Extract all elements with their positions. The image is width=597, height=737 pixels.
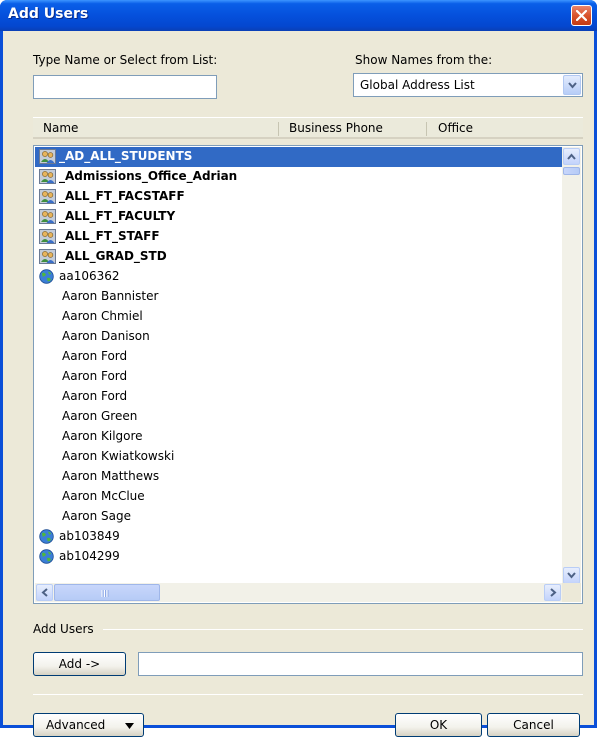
footer-divider bbox=[33, 694, 583, 695]
group-icon bbox=[39, 209, 56, 224]
list-item-name: _ALL_FT_FACULTY bbox=[59, 209, 176, 223]
add-users-section-label: Add Users bbox=[33, 622, 94, 636]
vertical-scrollbar[interactable] bbox=[562, 147, 581, 585]
list-item[interactable]: Aaron McClue bbox=[35, 487, 562, 507]
globe-icon bbox=[39, 529, 56, 544]
list-item[interactable]: _ALL_FT_STAFF bbox=[35, 227, 562, 247]
advanced-button-label: Advanced bbox=[46, 718, 106, 732]
close-button[interactable] bbox=[571, 5, 592, 26]
list-item[interactable]: Aaron Sage bbox=[35, 507, 562, 527]
list-item-name: Aaron Ford bbox=[62, 389, 128, 403]
group-icon bbox=[39, 229, 56, 244]
list-item[interactable]: Aaron Matthews bbox=[35, 467, 562, 487]
list-item-name: _ALL_FT_FACSTAFF bbox=[59, 189, 185, 203]
column-name[interactable]: Name bbox=[43, 121, 78, 135]
list-item-name: _ALL_GRAD_STD bbox=[59, 249, 167, 263]
chevron-left-icon bbox=[41, 588, 48, 597]
list-item[interactable]: _Admissions_Office_Adrian bbox=[35, 167, 562, 187]
list-item-name: aa106362 bbox=[59, 269, 120, 283]
list-item-name: _Admissions_Office_Adrian bbox=[59, 169, 238, 183]
scroll-right-button[interactable] bbox=[544, 584, 561, 601]
ok-button[interactable]: OK bbox=[395, 713, 482, 737]
add-users-divider bbox=[103, 629, 583, 630]
chevron-right-icon bbox=[550, 588, 557, 597]
list-item[interactable]: _AD_ALL_STUDENTS bbox=[35, 147, 562, 167]
chevron-up-icon bbox=[567, 153, 576, 160]
globe-icon bbox=[39, 269, 56, 284]
list-item[interactable]: _ALL_GRAD_STD bbox=[35, 247, 562, 267]
column-office[interactable]: Office bbox=[438, 121, 473, 135]
column-header: Name Business Phone Office bbox=[33, 117, 583, 139]
type-name-label: Type Name or Select from List: bbox=[33, 53, 218, 67]
list-item-name: Aaron Matthews bbox=[62, 469, 160, 483]
list-item-name: _AD_ALL_STUDENTS bbox=[59, 149, 193, 163]
window-title: Add Users bbox=[8, 6, 89, 22]
address-book-select[interactable]: Global Address List bbox=[353, 73, 583, 97]
column-business-phone[interactable]: Business Phone bbox=[289, 121, 383, 135]
address-book-dropdown-button[interactable] bbox=[563, 75, 581, 95]
list-item[interactable]: Aaron Bannister bbox=[35, 287, 562, 307]
list-item[interactable]: Aaron Ford bbox=[35, 387, 562, 407]
list-item[interactable]: Aaron Danison bbox=[35, 327, 562, 347]
list-item-name: Aaron Chmiel bbox=[62, 309, 143, 323]
list-item-name: Aaron Green bbox=[62, 409, 138, 423]
list-item[interactable]: Aaron Green bbox=[35, 407, 562, 427]
list-item-name: Aaron Kwiatkowski bbox=[62, 449, 175, 463]
list-item-name: ab104299 bbox=[59, 549, 120, 563]
names-list-rows: _AD_ALL_STUDENTS _Admissions_Office_Adria… bbox=[35, 147, 562, 587]
cancel-button[interactable]: Cancel bbox=[487, 713, 580, 737]
scroll-corner bbox=[562, 583, 581, 602]
list-item-name: Aaron Sage bbox=[62, 509, 131, 523]
list-item-name: Aaron Bannister bbox=[62, 289, 159, 303]
column-separator[interactable] bbox=[426, 122, 427, 136]
list-item[interactable]: ab104299 bbox=[35, 547, 562, 567]
list-item[interactable]: Aaron Kilgore bbox=[35, 427, 562, 447]
chevron-down-icon bbox=[567, 572, 576, 579]
scroll-down-button[interactable] bbox=[563, 567, 580, 584]
list-item[interactable]: Aaron Ford bbox=[35, 347, 562, 367]
horizontal-scroll-thumb[interactable] bbox=[54, 584, 160, 601]
close-icon bbox=[576, 10, 587, 21]
list-item-name: Aaron Ford bbox=[62, 369, 128, 383]
title-bar[interactable]: Add Users bbox=[0, 0, 597, 31]
list-item[interactable]: Aaron Kwiatkowski bbox=[35, 447, 562, 467]
dropdown-arrow-icon bbox=[125, 723, 134, 729]
advanced-button[interactable]: Advanced bbox=[33, 713, 144, 737]
horizontal-scrollbar[interactable] bbox=[35, 583, 562, 602]
list-item-name: Aaron Danison bbox=[62, 329, 150, 343]
list-item-name: Aaron Kilgore bbox=[62, 429, 143, 443]
scroll-up-button[interactable] bbox=[563, 148, 580, 165]
list-item-name: ab103849 bbox=[59, 529, 120, 543]
group-icon bbox=[39, 249, 56, 264]
add-users-dialog: Add Users Type Name or Select from List:… bbox=[0, 0, 597, 737]
list-item[interactable]: Aaron Chmiel bbox=[35, 307, 562, 327]
grip-icon bbox=[101, 590, 109, 597]
names-list[interactable]: _AD_ALL_STUDENTS _Admissions_Office_Adria… bbox=[33, 145, 583, 604]
add-button[interactable]: Add -> bbox=[33, 652, 126, 676]
show-names-label: Show Names from the: bbox=[355, 53, 493, 67]
chevron-down-icon bbox=[568, 82, 577, 89]
list-item[interactable]: _ALL_FT_FACSTAFF bbox=[35, 187, 562, 207]
list-item-name: Aaron McClue bbox=[62, 489, 145, 503]
group-icon bbox=[39, 189, 56, 204]
column-separator[interactable] bbox=[278, 122, 279, 136]
list-item-name: _ALL_FT_STAFF bbox=[59, 229, 160, 243]
globe-icon bbox=[39, 549, 56, 564]
scroll-left-button[interactable] bbox=[36, 584, 53, 601]
group-icon bbox=[39, 169, 56, 184]
list-item[interactable]: Aaron Ford bbox=[35, 367, 562, 387]
selected-users-field[interactable] bbox=[138, 652, 583, 676]
list-item[interactable]: aa106362 bbox=[35, 267, 562, 287]
address-book-value: Global Address List bbox=[360, 78, 475, 92]
vertical-scroll-thumb[interactable] bbox=[563, 167, 580, 175]
list-item[interactable]: ab103849 bbox=[35, 527, 562, 547]
list-item-name: Aaron Ford bbox=[62, 349, 128, 363]
group-icon bbox=[39, 149, 56, 164]
type-name-input[interactable] bbox=[33, 75, 217, 99]
list-item[interactable]: _ALL_FT_FACULTY bbox=[35, 207, 562, 227]
dialog-body: Type Name or Select from List: Show Name… bbox=[3, 31, 594, 737]
